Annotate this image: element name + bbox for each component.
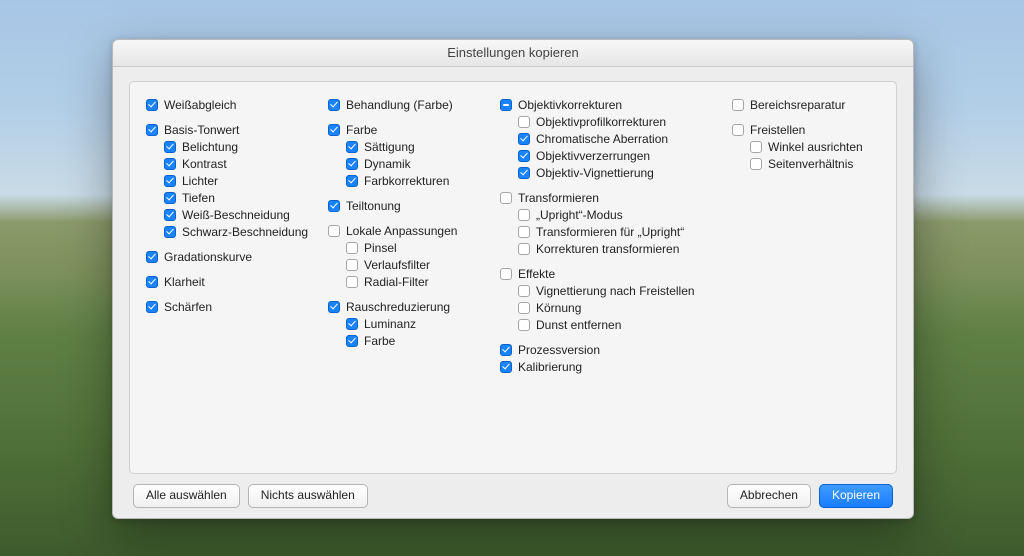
checkbox-vignettierung-freistellen[interactable] bbox=[518, 285, 530, 297]
copy-button[interactable]: Kopieren bbox=[819, 484, 893, 508]
label-prozessversion: Prozessversion bbox=[518, 343, 600, 357]
label-lokale-anpassungen: Lokale Anpassungen bbox=[346, 224, 457, 238]
select-all-button[interactable]: Alle auswählen bbox=[133, 484, 240, 508]
label-objektivkorrekturen: Objektivkorrekturen bbox=[518, 98, 622, 112]
checkbox-basis-tonwert[interactable] bbox=[146, 124, 158, 136]
checkbox-weiss-beschneidung[interactable] bbox=[164, 209, 176, 221]
checkbox-freistellen[interactable] bbox=[732, 124, 744, 136]
label-schwarz-beschneidung: Schwarz-Beschneidung bbox=[182, 225, 308, 239]
checkbox-upright-modus[interactable] bbox=[518, 209, 530, 221]
label-koernung: Körnung bbox=[536, 301, 581, 315]
cancel-button[interactable]: Abbrechen bbox=[727, 484, 811, 508]
label-radial-filter: Radial-Filter bbox=[364, 275, 429, 289]
label-luminanz: Luminanz bbox=[364, 317, 416, 331]
label-kontrast: Kontrast bbox=[182, 157, 227, 171]
dialog-content: Weißabgleich Basis-Tonwert Belichtung Ko… bbox=[113, 67, 913, 518]
checkbox-objektiv-vignettierung[interactable] bbox=[518, 167, 530, 179]
checkbox-lichter[interactable] bbox=[164, 175, 176, 187]
checkbox-seitenverhaeltnis[interactable] bbox=[750, 158, 762, 170]
checkbox-prozessversion[interactable] bbox=[500, 344, 512, 356]
checkbox-behandlung[interactable] bbox=[328, 99, 340, 111]
label-winkel-ausrichten: Winkel ausrichten bbox=[768, 140, 863, 154]
label-objektiv-vignettierung: Objektiv-Vignettierung bbox=[536, 166, 654, 180]
checkbox-transform-upright[interactable] bbox=[518, 226, 530, 238]
label-basis-tonwert: Basis-Tonwert bbox=[164, 123, 239, 137]
label-korrekturen-transformieren: Korrekturen transformieren bbox=[536, 242, 679, 256]
label-farbkorrekturen: Farbkorrekturen bbox=[364, 174, 449, 188]
checkbox-objektivprofilkorrekturen[interactable] bbox=[518, 116, 530, 128]
label-verlaufsfilter: Verlaufsfilter bbox=[364, 258, 430, 272]
label-bereichsreparatur: Bereichsreparatur bbox=[750, 98, 845, 112]
dialog-title: Einstellungen kopieren bbox=[113, 40, 913, 67]
checkbox-gradationskurve[interactable] bbox=[146, 251, 158, 263]
label-freistellen: Freistellen bbox=[750, 123, 805, 137]
checkbox-effekte[interactable] bbox=[500, 268, 512, 280]
label-teiltonung: Teiltonung bbox=[346, 199, 401, 213]
label-dynamik: Dynamik bbox=[364, 157, 411, 171]
checkbox-bereichsreparatur[interactable] bbox=[732, 99, 744, 111]
label-schaerfen: Schärfen bbox=[164, 300, 212, 314]
checkbox-radial-filter[interactable] bbox=[346, 276, 358, 288]
label-transform-upright: Transformieren für „Upright“ bbox=[536, 225, 684, 239]
checkbox-objektivverzerrungen[interactable] bbox=[518, 150, 530, 162]
checkbox-pinsel[interactable] bbox=[346, 242, 358, 254]
label-upright-modus: „Upright“-Modus bbox=[536, 208, 623, 222]
column-1: Weißabgleich Basis-Tonwert Belichtung Ko… bbox=[146, 96, 306, 463]
label-lichter: Lichter bbox=[182, 174, 218, 188]
checkbox-korrekturen-transformieren[interactable] bbox=[518, 243, 530, 255]
checkbox-dynamik[interactable] bbox=[346, 158, 358, 170]
dialog-footer: Alle auswählen Nichts auswählen Abbreche… bbox=[129, 474, 897, 510]
label-behandlung: Behandlung (Farbe) bbox=[346, 98, 453, 112]
label-belichtung: Belichtung bbox=[182, 140, 238, 154]
label-tiefen: Tiefen bbox=[182, 191, 215, 205]
checkbox-farbe[interactable] bbox=[328, 124, 340, 136]
checkbox-koernung[interactable] bbox=[518, 302, 530, 314]
checkbox-saettigung[interactable] bbox=[346, 141, 358, 153]
label-gradationskurve: Gradationskurve bbox=[164, 250, 252, 264]
settings-panel: Weißabgleich Basis-Tonwert Belichtung Ko… bbox=[129, 81, 897, 474]
checkbox-teiltonung[interactable] bbox=[328, 200, 340, 212]
checkbox-dunst-entfernen[interactable] bbox=[518, 319, 530, 331]
copy-settings-dialog: Einstellungen kopieren Weißabgleich Basi… bbox=[112, 39, 914, 519]
label-pinsel: Pinsel bbox=[364, 241, 397, 255]
checkbox-tiefen[interactable] bbox=[164, 192, 176, 204]
label-dunst-entfernen: Dunst entfernen bbox=[536, 318, 621, 332]
checkbox-farbkorrekturen[interactable] bbox=[346, 175, 358, 187]
label-weiss-beschneidung: Weiß-Beschneidung bbox=[182, 208, 290, 222]
label-transformieren: Transformieren bbox=[518, 191, 599, 205]
column-3: Objektivkorrekturen Objektivprofilkorrek… bbox=[500, 96, 710, 463]
label-farbe: Farbe bbox=[346, 123, 377, 137]
checkbox-lokale-anpassungen[interactable] bbox=[328, 225, 340, 237]
label-saettigung: Sättigung bbox=[364, 140, 415, 154]
label-klarheit: Klarheit bbox=[164, 275, 205, 289]
column-2: Behandlung (Farbe) Farbe Sättigung Dynam… bbox=[328, 96, 478, 463]
label-chromatische-aberration: Chromatische Aberration bbox=[536, 132, 668, 146]
checkbox-schaerfen[interactable] bbox=[146, 301, 158, 313]
checkbox-rausch-farbe[interactable] bbox=[346, 335, 358, 347]
checkbox-winkel-ausrichten[interactable] bbox=[750, 141, 762, 153]
checkbox-verlaufsfilter[interactable] bbox=[346, 259, 358, 271]
checkbox-klarheit[interactable] bbox=[146, 276, 158, 288]
checkbox-kalibrierung[interactable] bbox=[500, 361, 512, 373]
label-objektivverzerrungen: Objektivverzerrungen bbox=[536, 149, 650, 163]
label-objektivprofilkorrekturen: Objektivprofilkorrekturen bbox=[536, 115, 666, 129]
checkbox-belichtung[interactable] bbox=[164, 141, 176, 153]
label-vignettierung-freistellen: Vignettierung nach Freistellen bbox=[536, 284, 695, 298]
label-weissabgleich: Weißabgleich bbox=[164, 98, 236, 112]
label-rausch-farbe: Farbe bbox=[364, 334, 395, 348]
checkbox-rauschreduzierung[interactable] bbox=[328, 301, 340, 313]
checkbox-objektivkorrekturen[interactable] bbox=[500, 99, 512, 111]
checkbox-weissabgleich[interactable] bbox=[146, 99, 158, 111]
checkbox-kontrast[interactable] bbox=[164, 158, 176, 170]
label-seitenverhaeltnis: Seitenverhältnis bbox=[768, 157, 853, 171]
checkbox-transformieren[interactable] bbox=[500, 192, 512, 204]
label-kalibrierung: Kalibrierung bbox=[518, 360, 582, 374]
checkbox-schwarz-beschneidung[interactable] bbox=[164, 226, 176, 238]
select-none-button[interactable]: Nichts auswählen bbox=[248, 484, 368, 508]
label-effekte: Effekte bbox=[518, 267, 555, 281]
checkbox-chromatische-aberration[interactable] bbox=[518, 133, 530, 145]
column-4: Bereichsreparatur Freistellen Winkel aus… bbox=[732, 96, 882, 463]
label-rauschreduzierung: Rauschreduzierung bbox=[346, 300, 450, 314]
checkbox-luminanz[interactable] bbox=[346, 318, 358, 330]
